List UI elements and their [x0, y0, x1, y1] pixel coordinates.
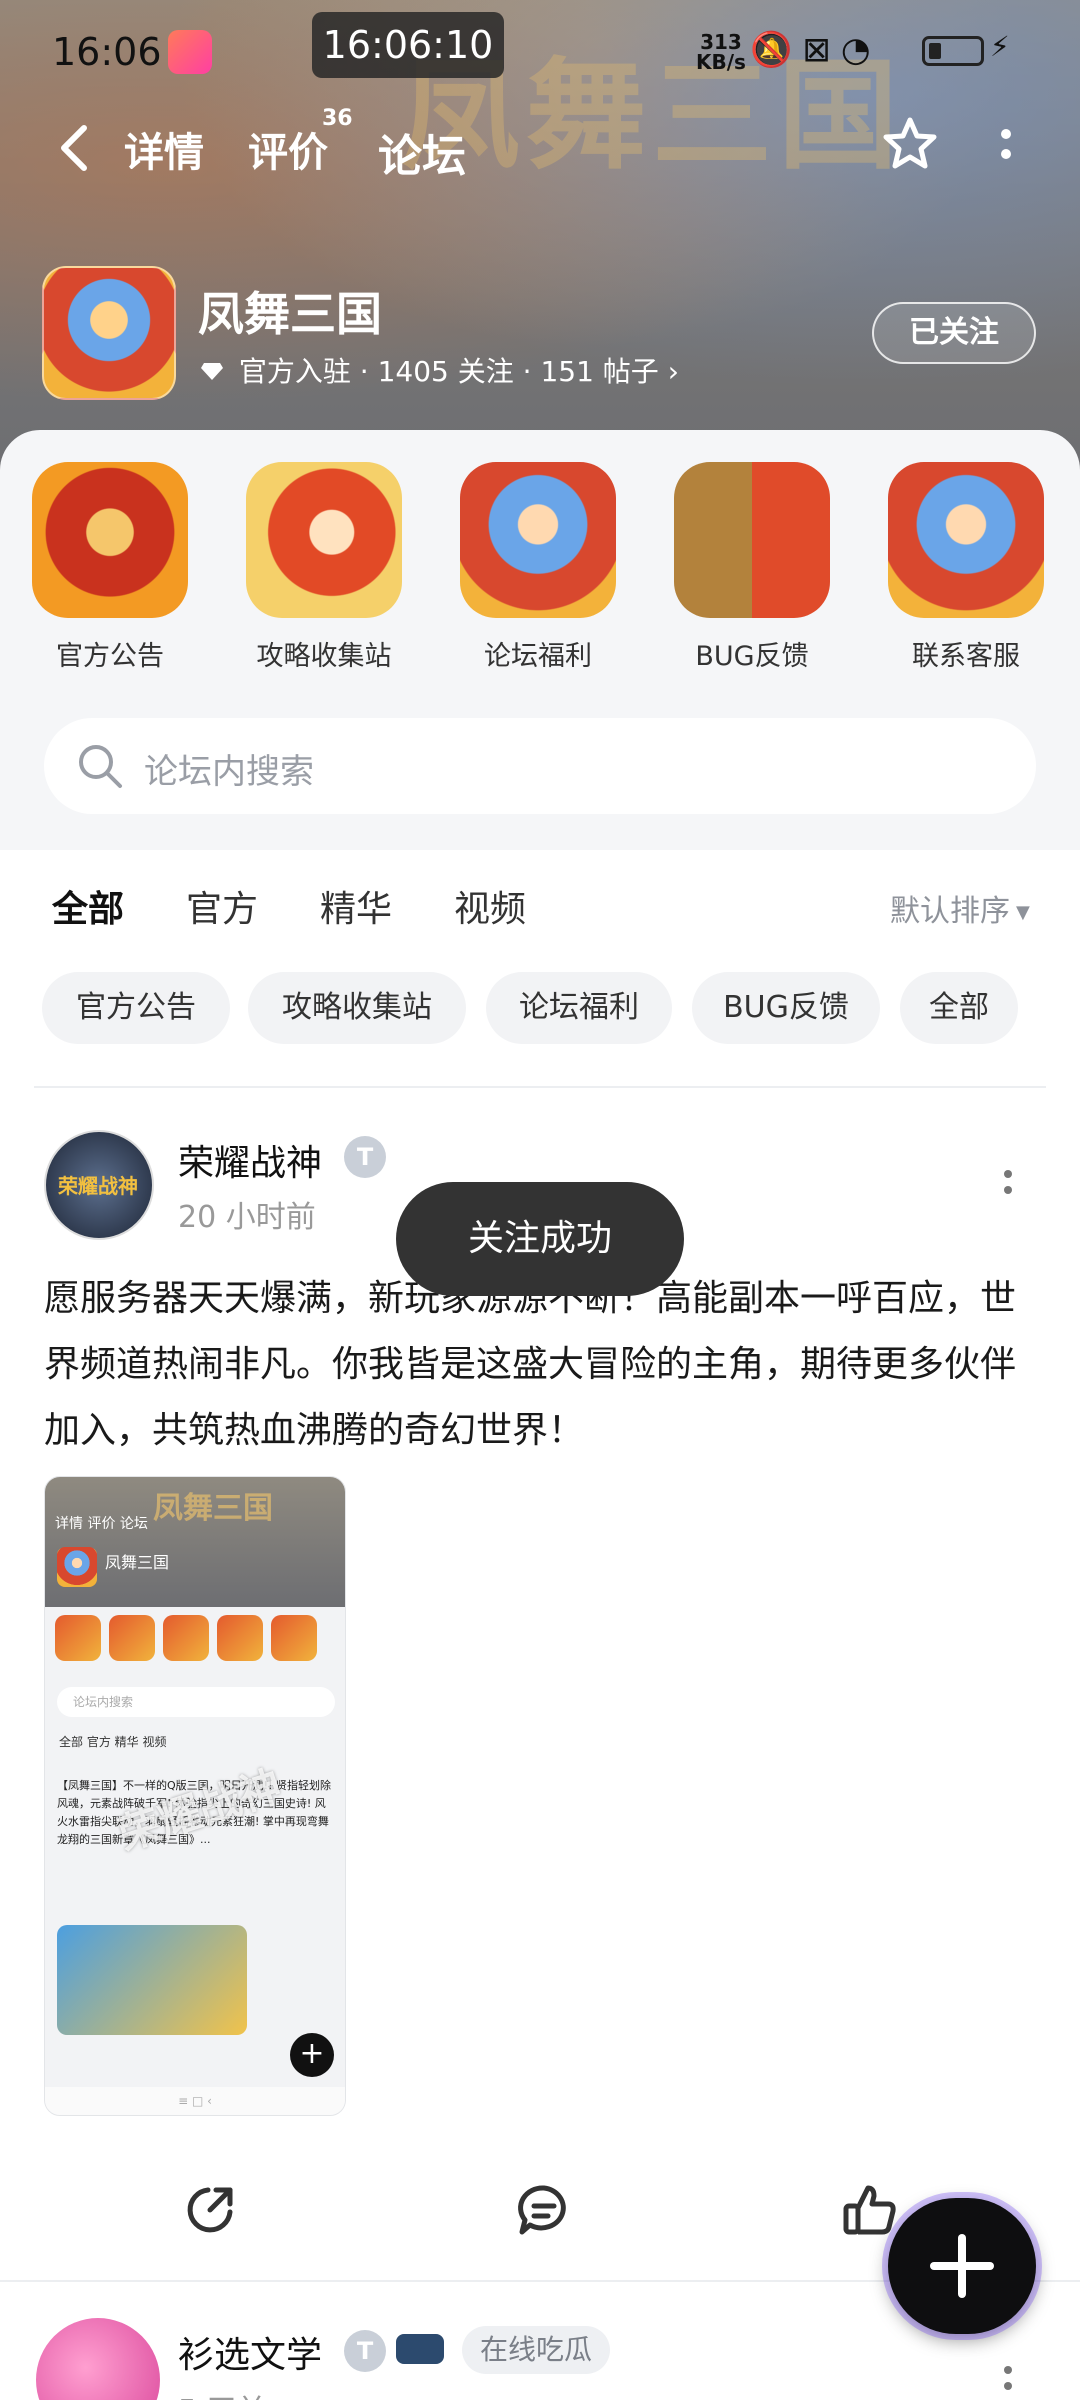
quick-link-label: 官方公告: [56, 641, 164, 672]
quick-link-label: BUG反馈: [695, 641, 809, 672]
post-time: 5 天前: [178, 2386, 267, 2400]
feed-tab-video[interactable]: 视频: [454, 880, 526, 932]
level-badge: T: [344, 1136, 386, 1178]
announcements-icon: [32, 462, 188, 618]
tab-reviews[interactable]: 评价: [248, 120, 328, 178]
shot-post-image: [57, 1925, 247, 2035]
wifi-icon: ◔: [840, 30, 881, 70]
chip-guides[interactable]: 攻略收集站: [248, 972, 466, 1044]
like-icon[interactable]: [840, 2180, 900, 2240]
search-placeholder: 论坛内搜索: [144, 752, 314, 792]
status-icons: 🔕⊠◔: [750, 30, 881, 70]
welfare-icon: [460, 462, 616, 618]
avatar-text: 荣耀战神: [58, 1174, 138, 1198]
guides-icon: [246, 462, 402, 618]
filter-chips: 官方公告 攻略收集站 论坛福利 BUG反馈 全部: [0, 972, 1080, 1046]
net-speed-value: 313: [700, 30, 742, 54]
tab-details[interactable]: 详情: [124, 120, 204, 178]
quick-link-bug-report[interactable]: BUG反馈: [667, 462, 837, 673]
review-count-badge: 36: [322, 106, 353, 131]
plus-icon: [930, 2234, 994, 2298]
chip-bug-report[interactable]: BUG反馈: [692, 972, 880, 1044]
avatar[interactable]: [36, 2318, 160, 2400]
quick-link-label: 攻略收集站: [256, 641, 392, 672]
level-badge: T: [344, 2330, 386, 2372]
shot-game-icon: [57, 1547, 97, 1587]
game-center-icon: [168, 30, 212, 74]
net-speed: 313 KB/s: [696, 32, 746, 72]
chip-all[interactable]: 全部: [900, 972, 1018, 1044]
quick-link-support[interactable]: 联系客服: [881, 462, 1051, 673]
follow-button[interactable]: 已关注: [872, 302, 1036, 364]
bug-report-icon: [674, 462, 830, 618]
shot-plus-icon: +: [290, 2033, 334, 2077]
create-post-button[interactable]: [888, 2198, 1036, 2334]
sort-dropdown[interactable]: 默认排序 ▼: [890, 886, 1030, 930]
status-time: 16:06: [52, 30, 162, 74]
favorite-star-icon[interactable]: [880, 114, 940, 174]
quick-link-label: 论坛福利: [484, 641, 592, 672]
shot-tabs: 详情 评价 论坛: [55, 1516, 148, 1532]
share-icon[interactable]: [180, 2180, 240, 2240]
toast-message: 关注成功: [396, 1182, 684, 1296]
battery-icon: [922, 36, 984, 66]
feed-tab-label: 全部: [52, 889, 125, 930]
caret-down-icon: ▼: [1016, 902, 1030, 923]
feed-tab-all[interactable]: 全部: [52, 880, 125, 938]
post-author[interactable]: 衫选文学: [178, 2326, 322, 2378]
game-info-row: 凤舞三国 官方入驻 · 1405 关注 · 151 帖子 › 已关注: [0, 262, 1080, 402]
divider: [34, 1086, 1046, 1088]
feed-tabs: 全部 官方 精华 视频 默认排序 ▼: [0, 870, 1080, 960]
game-name: 凤舞三国: [198, 287, 382, 341]
forum-search-input[interactable]: 论坛内搜索: [44, 718, 1036, 814]
comment-icon[interactable]: [514, 2180, 574, 2240]
shot-title-art: 凤舞三国: [153, 1491, 273, 1526]
shot-search: 论坛内搜索: [57, 1687, 335, 1717]
quick-link-announcements[interactable]: 官方公告: [25, 462, 195, 673]
post-image[interactable]: 凤舞三国 详情 评价 论坛 凤舞三国 论坛内搜索 全部 官方 精华 视频 【凤舞…: [44, 1476, 346, 2116]
chip-announcements[interactable]: 官方公告: [42, 972, 230, 1044]
post-more-icon[interactable]: [1000, 1166, 1016, 1206]
search-icon: [79, 745, 122, 788]
sim-off-icon: ⊠: [802, 30, 841, 70]
sort-label: 默认排序: [890, 894, 1010, 929]
diamond-icon: [200, 355, 224, 388]
top-nav: 详情 评价 36 论坛: [0, 106, 1080, 190]
quick-link-label: 联系客服: [912, 641, 1020, 672]
feed-tab-featured[interactable]: 精华: [320, 880, 392, 932]
status-bar: 16:06 16:06:10 313 KB/s 🔕⊠◔ ⚡: [0, 0, 1080, 100]
shot-tabs2: 全部 官方 精华 视频: [59, 1735, 167, 1749]
charging-icon: ⚡: [990, 30, 1010, 63]
tab-forum-label: 论坛: [378, 131, 466, 182]
post-time: 20 小时前: [178, 1200, 316, 1235]
shot-quick-icons: [55, 1615, 335, 1665]
game-banner: 凤舞三国 16:06 16:06:10 313 KB/s 🔕⊠◔ ⚡ 详情 评价…: [0, 0, 1080, 470]
net-speed-unit: KB/s: [696, 50, 746, 74]
game-meta[interactable]: 官方入驻 · 1405 关注 · 151 帖子 ›: [200, 350, 679, 390]
user-tag: 在线吃瓜: [462, 2326, 611, 2374]
feed-tab-official[interactable]: 官方: [186, 880, 258, 932]
forum-panel: 官方公告 攻略收集站 论坛福利 BUG反馈 联系客服 论坛内搜索: [0, 430, 1080, 850]
more-vertical-icon[interactable]: [996, 120, 1016, 180]
tab-forum[interactable]: 论坛: [374, 120, 470, 184]
game-icon[interactable]: [42, 266, 176, 400]
game-meta-text: 官方入驻 · 1405 关注 · 151 帖子: [238, 355, 659, 388]
mute-bell-icon: 🔕: [750, 30, 803, 70]
medal-badge-icon: [396, 2334, 444, 2364]
post-more-icon[interactable]: [1000, 2362, 1016, 2400]
avatar[interactable]: 荣耀战神: [44, 1130, 154, 1240]
chevron-right-icon: ›: [667, 355, 679, 388]
shot-game-name: 凤舞三国: [105, 1553, 170, 1572]
back-icon[interactable]: [54, 118, 94, 178]
shot-nav-bar: ≡ □ ‹: [45, 2087, 345, 2115]
support-icon: [888, 462, 1044, 618]
clock-pill: 16:06:10: [312, 12, 504, 78]
quick-link-guides[interactable]: 攻略收集站: [239, 462, 409, 673]
quick-link-welfare[interactable]: 论坛福利: [453, 462, 623, 673]
chip-welfare[interactable]: 论坛福利: [486, 972, 672, 1044]
post-author[interactable]: 荣耀战神: [178, 1134, 322, 1186]
